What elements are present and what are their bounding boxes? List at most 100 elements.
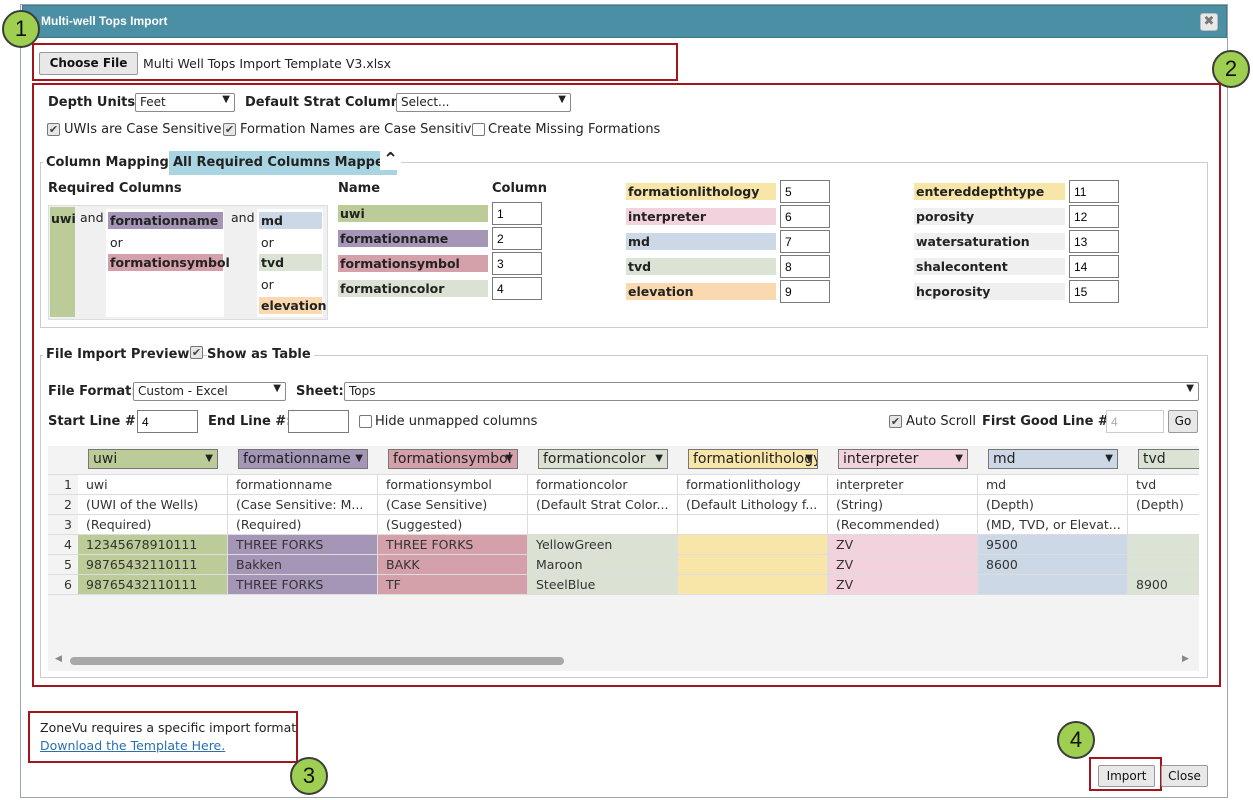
- table-cell: (Case Sensitive: M...: [228, 495, 378, 515]
- dialog-titlebar[interactable]: Multi-well Tops Import ✖: [22, 5, 1227, 38]
- table-cell: [678, 575, 828, 595]
- create-missing-checkbox[interactable]: [472, 123, 485, 136]
- field-name-shalecontent: shalecontent: [914, 258, 1065, 275]
- table-cell: SteelBlue: [528, 575, 678, 595]
- table-cell: ZV: [828, 535, 978, 555]
- field-column-porosity[interactable]: [1069, 205, 1119, 228]
- sheet-select[interactable]: Tops ▼: [344, 382, 1199, 401]
- column-header: Column: [492, 181, 547, 196]
- table-cell: [678, 515, 828, 535]
- close-button[interactable]: Close: [1161, 765, 1208, 787]
- table-cell: [528, 515, 678, 535]
- field-column-hcporosity[interactable]: [1069, 280, 1119, 303]
- import-button[interactable]: Import: [1098, 765, 1155, 787]
- auto-scroll-label: Auto Scroll: [906, 414, 976, 429]
- field-column-md[interactable]: [780, 230, 830, 253]
- column-select-md-value: md: [993, 451, 1016, 467]
- first-good-line-input[interactable]: [1106, 410, 1164, 433]
- field-column-formationsymbol[interactable]: [492, 252, 542, 275]
- field-name-watersaturation: watersaturation: [914, 233, 1065, 250]
- column-select-uwi[interactable]: uwi ▼: [88, 449, 218, 469]
- table-cell: 98765432110111: [78, 555, 228, 575]
- scroll-left-icon[interactable]: ◀: [55, 654, 62, 664]
- table-cell: [678, 535, 828, 555]
- uwi-case-checkbox[interactable]: ✔: [47, 123, 60, 136]
- field-name-formationcolor: formationcolor: [338, 280, 488, 297]
- end-line-input[interactable]: [288, 410, 349, 433]
- table-cell: 8600: [978, 555, 1128, 575]
- file-name: Multi Well Tops Import Template V3.xlsx: [143, 56, 392, 71]
- req-or-3: or: [261, 277, 274, 292]
- table-cell: (Default Lithology f...: [678, 495, 828, 515]
- chevron-down-icon: ▼: [205, 453, 213, 464]
- field-name-entereddepthtype: entereddepthtype: [914, 183, 1065, 200]
- download-template-link[interactable]: Download the Template Here.: [40, 738, 225, 753]
- mapping-status-badge: All Required Columns Mapped: [169, 151, 398, 175]
- file-format-value: Custom - Excel: [138, 384, 228, 398]
- table-cell: formationcolor: [528, 475, 678, 495]
- row-number: 4: [48, 535, 78, 555]
- auto-scroll-checkbox[interactable]: ✔: [889, 415, 902, 428]
- field-column-formationname[interactable]: [492, 227, 542, 250]
- field-column-tvd[interactable]: [780, 255, 830, 278]
- column-select-formationsymbol[interactable]: formationsymbol ▼: [388, 449, 518, 469]
- column-select-formationcolor[interactable]: formationcolor ▼: [538, 449, 668, 469]
- file-format-select[interactable]: Custom - Excel ▼: [133, 382, 286, 401]
- create-missing-label: Create Missing Formations: [488, 122, 661, 137]
- table-cell: Bakken: [228, 555, 378, 575]
- column-select-tvd[interactable]: tvd: [1138, 449, 1199, 469]
- start-line-input[interactable]: [137, 410, 198, 433]
- table-cell: THREE FORKS: [228, 535, 378, 555]
- column-select-formationname[interactable]: formationname ▼: [238, 449, 368, 469]
- table-cell: [1128, 535, 1199, 555]
- req-tvd: tvd: [259, 254, 322, 271]
- field-column-elevation[interactable]: [780, 280, 830, 303]
- show-as-table-checkbox[interactable]: ✔: [190, 346, 203, 359]
- table-cell: [1128, 555, 1199, 575]
- collapse-icon[interactable]: ⌃: [380, 149, 402, 170]
- row-number: 6: [48, 575, 78, 595]
- field-column-watersaturation[interactable]: [1069, 230, 1119, 253]
- table-cell: 12345678910111: [78, 535, 228, 555]
- column-select-formationlithology[interactable]: formationlithology ▼: [688, 449, 818, 469]
- table-cell: THREE FORKS: [378, 535, 528, 555]
- row-number: 1: [48, 475, 78, 495]
- strat-column-select[interactable]: Select... ▼: [396, 93, 571, 112]
- field-name-formationsymbol: formationsymbol: [338, 255, 488, 272]
- column-select-formationsymbol-value: formationsymbol: [393, 451, 512, 467]
- scroll-right-icon[interactable]: ▶: [1182, 654, 1189, 664]
- choose-file-button[interactable]: Choose File: [39, 52, 138, 75]
- field-column-formationlithology[interactable]: [780, 180, 830, 203]
- row-number: 2: [48, 495, 78, 515]
- table-cell: uwi: [78, 475, 228, 495]
- chevron-down-icon: ▼: [955, 453, 963, 464]
- column-select-formationlithology-value: formationlithology: [693, 451, 818, 467]
- table-cell: (Depth): [1128, 495, 1199, 515]
- table-cell: 98765432110111: [78, 575, 228, 595]
- field-column-uwi[interactable]: [492, 202, 542, 225]
- table-cell: tvd: [1128, 475, 1199, 495]
- column-select-interpreter[interactable]: interpreter ▼: [838, 449, 968, 469]
- row-number: 3: [48, 515, 78, 535]
- chevron-down-icon: ▼: [558, 94, 566, 105]
- column-select-md[interactable]: md ▼: [988, 449, 1118, 469]
- field-column-entereddepthtype[interactable]: [1069, 180, 1119, 203]
- name-header: Name: [338, 181, 381, 196]
- uwi-case-label: UWIs are Case Sensitive: [64, 122, 222, 137]
- go-button[interactable]: Go: [1168, 410, 1198, 433]
- table-cell: THREE FORKS: [228, 575, 378, 595]
- req-formationsymbol: formationsymbol: [108, 254, 230, 271]
- close-icon[interactable]: ✖: [1200, 13, 1218, 31]
- table-cell: (Required): [78, 515, 228, 535]
- field-column-shalecontent[interactable]: [1069, 255, 1119, 278]
- depth-units-select[interactable]: Feet ▼: [135, 93, 235, 112]
- depth-units-label: Depth Units:: [48, 95, 141, 110]
- scrollbar-thumb[interactable]: [70, 657, 564, 665]
- show-as-table-label: Show as Table: [207, 347, 314, 362]
- field-name-formationname: formationname: [338, 230, 488, 247]
- field-column-interpreter[interactable]: [780, 205, 830, 228]
- formation-case-checkbox[interactable]: ✔: [223, 123, 236, 136]
- hide-unmapped-checkbox[interactable]: [359, 415, 372, 428]
- chevron-down-icon: ▼: [505, 453, 513, 464]
- field-column-formationcolor[interactable]: [492, 277, 542, 300]
